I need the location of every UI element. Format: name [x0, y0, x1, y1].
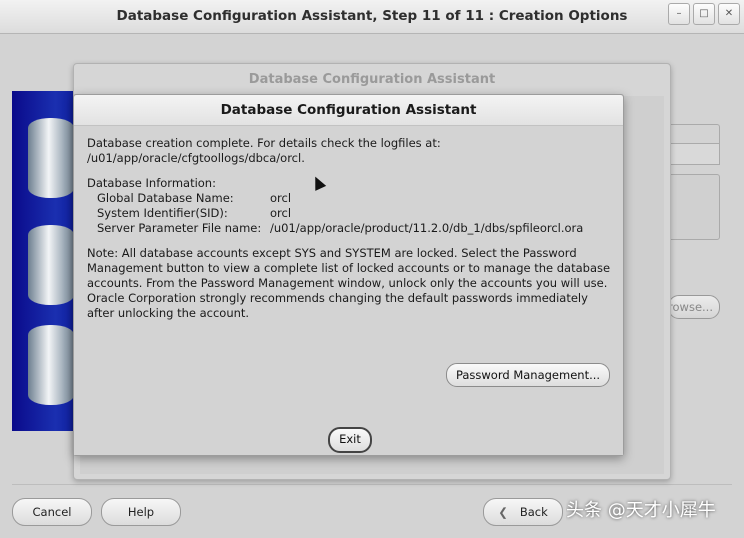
maximize-icon[interactable]: □: [693, 3, 715, 25]
sid-label: System Identifier(SID):: [97, 206, 228, 220]
note-line: Oracle Corporation strongly recommends c…: [87, 291, 588, 305]
global-db-name-value: orcl: [270, 191, 292, 205]
database-cylinder-icon: [28, 325, 74, 405]
help-button[interactable]: Help: [101, 498, 181, 526]
outer-dialog-title: Database Configuration Assistant: [248, 72, 496, 87]
note-line: after unlocking the account.: [87, 306, 250, 320]
browse-button[interactable]: Browse...: [668, 295, 720, 319]
global-db-name-label: Global Database Name:: [97, 191, 234, 205]
wizard-panel: [668, 174, 720, 240]
back-button[interactable]: ❮ Back: [483, 498, 563, 526]
minimize-icon[interactable]: –: [668, 3, 690, 25]
database-cylinder-icon: [28, 118, 74, 198]
back-button-label: Back: [519, 505, 548, 519]
window-controls: – □ ✕: [665, 3, 740, 25]
password-management-button[interactable]: Password Management...: [446, 363, 610, 387]
spfile-label: Server Parameter File name:: [97, 221, 262, 235]
completion-message: Database creation complete. For details …: [87, 136, 441, 150]
note-line: Management button to view a complete lis…: [87, 261, 611, 275]
info-heading: Database Information:: [87, 176, 216, 190]
note-line: Note: All database accounts except SYS a…: [87, 246, 577, 260]
completion-dialog: Database Configuration Assistant Databas…: [73, 94, 624, 456]
note-line: accounts. From the Password Management w…: [87, 276, 608, 290]
logfile-path: /u01/app/oracle/cfgtoollogs/dbca/orcl.: [87, 151, 305, 165]
database-cylinder-icon: [28, 225, 74, 305]
exit-button[interactable]: Exit: [328, 427, 372, 453]
spfile-value: /u01/app/oracle/product/11.2.0/db_1/dbs/…: [270, 221, 584, 235]
dialog-title: Database Configuration Assistant: [74, 95, 623, 126]
browse-button-label: Browse...: [669, 300, 713, 314]
back-arrow-icon: ❮: [498, 505, 508, 519]
sid-value: orcl: [270, 206, 292, 220]
close-icon[interactable]: ✕: [718, 3, 740, 25]
watermark-text: 头条 @天才小犀牛: [566, 500, 716, 521]
window-title: Database Configuration Assistant, Step 1…: [116, 8, 628, 24]
cancel-button[interactable]: Cancel: [12, 498, 92, 526]
dialog-body: Database creation complete. For details …: [74, 126, 623, 455]
wizard-separator: [12, 484, 732, 485]
window-titlebar: Database Configuration Assistant, Step 1…: [0, 0, 744, 34]
